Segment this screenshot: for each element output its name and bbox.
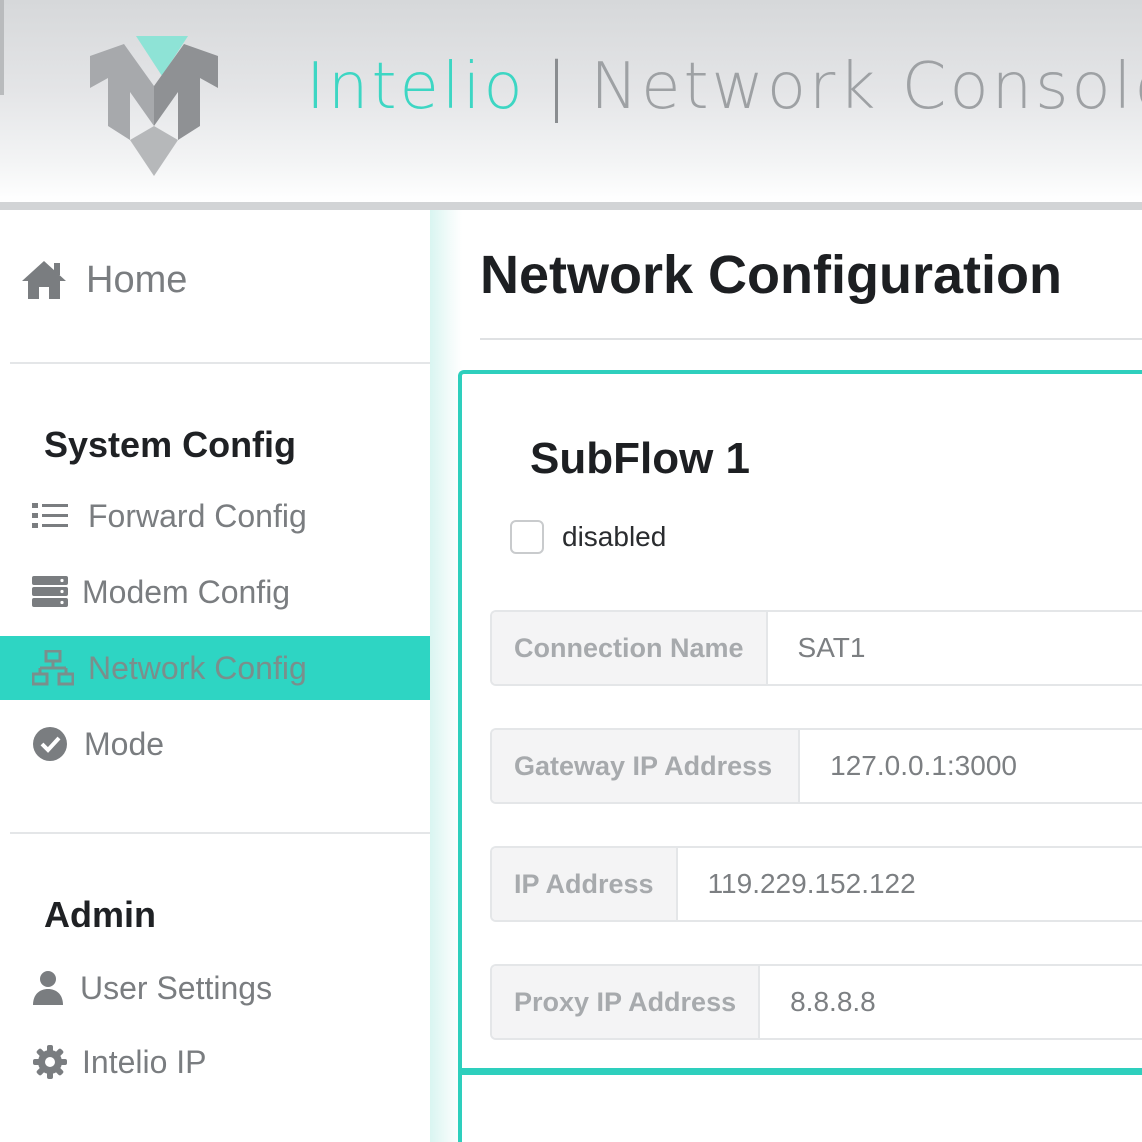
field-label: Gateway IP Address — [492, 730, 801, 802]
sidebar-item-user-settings[interactable]: User Settings — [0, 958, 430, 1018]
sidebar-item-label: Intelio IP — [82, 1043, 207, 1080]
brand-separator: | — [545, 50, 571, 124]
gateway-ip-input[interactable] — [800, 730, 1142, 802]
check-circle-icon — [32, 726, 68, 762]
field-label: Proxy IP Address — [492, 966, 761, 1038]
card-divider — [462, 1068, 1142, 1075]
connection-name-input[interactable] — [767, 612, 1142, 684]
sidebar-item-intelio-ip[interactable]: Intelio IP — [0, 1032, 430, 1092]
disabled-checkbox-row[interactable]: disabled — [510, 520, 666, 554]
sidebar-item-network-config[interactable]: Network Config — [0, 636, 430, 700]
sidebar-item-label: Network Config — [88, 649, 307, 686]
sidebar-item-home[interactable]: Home — [0, 250, 430, 310]
sidebar-divider — [10, 362, 430, 364]
gateway-ip-field: Gateway IP Address — [490, 728, 1142, 804]
app-title: Intelio | Network Console — [306, 50, 1142, 124]
sidebar-item-label: Modem Config — [82, 573, 291, 610]
field-label: IP Address — [492, 848, 678, 920]
title-divider — [480, 338, 1142, 340]
connection-name-field: Connection Name — [490, 610, 1142, 686]
section-title-admin: Admin — [44, 894, 156, 935]
disabled-checkbox[interactable] — [510, 520, 544, 554]
intelio-logo-icon — [90, 36, 218, 176]
page-title: Network Configuration — [480, 245, 1062, 305]
proxy-ip-field: Proxy IP Address — [490, 964, 1142, 1040]
proxy-ip-input[interactable] — [760, 966, 1142, 1038]
sidebar-item-label: Home — [86, 258, 188, 301]
field-label: Connection Name — [492, 612, 768, 684]
console-name: Network Console — [590, 50, 1142, 124]
gear-icon — [32, 1044, 68, 1080]
brand-name: Intelio — [306, 50, 526, 124]
sidebar-item-label: Mode — [84, 725, 165, 762]
card-title: SubFlow 1 — [530, 434, 750, 483]
list-icon — [32, 501, 68, 531]
ip-address-field: IP Address — [490, 846, 1142, 922]
sidebar-item-mode[interactable]: Mode — [0, 714, 430, 774]
sidebar-item-label: Forward Config — [88, 497, 307, 534]
section-title-system-config: System Config — [44, 424, 297, 465]
app-header: Intelio | Network Console — [0, 0, 1142, 210]
header-edge — [0, 0, 4, 95]
sidebar-item-modem-config[interactable]: Modem Config — [0, 562, 430, 622]
ip-address-input[interactable] — [677, 848, 1142, 920]
sidebar-divider — [10, 832, 430, 834]
sidebar-item-label: User Settings — [80, 969, 273, 1006]
sidebar: Home System Config Forward Config Modem … — [0, 210, 430, 1142]
user-icon — [32, 970, 64, 1006]
sidebar-item-forward-config[interactable]: Forward Config — [0, 486, 430, 546]
home-icon — [20, 259, 68, 301]
disabled-label: disabled — [562, 521, 667, 552]
server-icon — [32, 576, 68, 608]
network-icon — [32, 650, 74, 686]
